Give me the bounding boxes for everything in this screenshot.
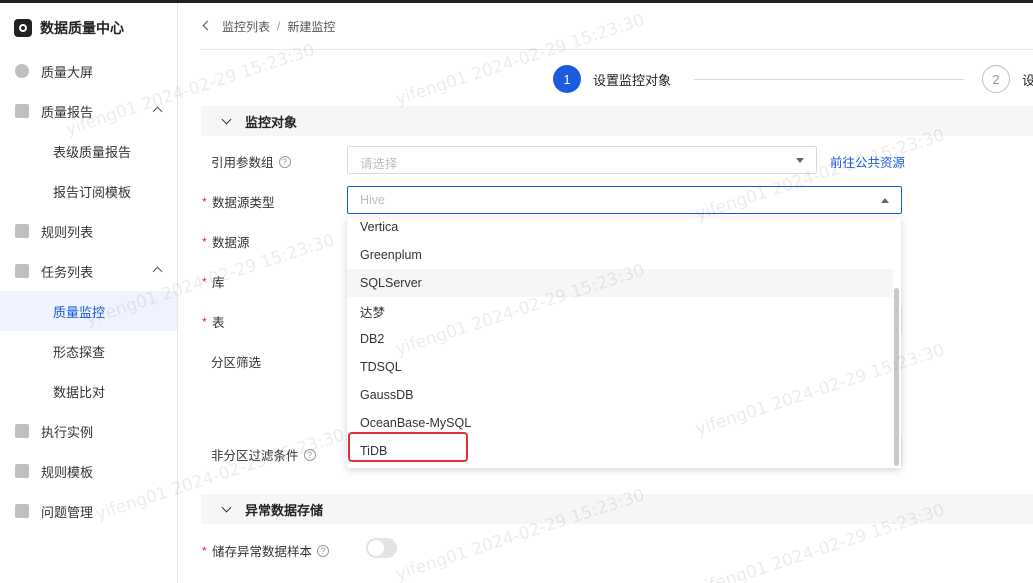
sidebar-item-data-compare[interactable]: 数据比对 [0,371,177,411]
datasource-label: 数据源 [212,236,250,250]
datasource-type-dropdown: Vertica Greenplum SQLServer 达梦 DB2 TDSQL… [347,218,901,468]
non-partition-filter-label: 非分区过滤条件 ? [211,445,316,464]
section-monitor-object[interactable]: 监控对象 [201,106,1033,136]
caret-up-icon [881,198,889,203]
issue-icon [15,504,29,518]
param-group-label: 引用参数组 ? [211,152,291,171]
required-mark: * [202,544,207,558]
chevron-left-icon[interactable] [200,20,212,32]
store-samples-toggle[interactable] [366,538,397,558]
required-mark: * [202,195,207,209]
chevron-up-icon[interactable] [151,104,163,116]
step-1-label: 设置监控对象 [593,73,672,88]
help-icon[interactable]: ? [303,448,316,461]
tidb-highlight-box [348,432,468,462]
breadcrumb-parent[interactable]: 监控列表 [222,18,270,35]
pie-chart-icon [15,64,29,78]
sidebar-item-task-list[interactable]: 任务列表 [0,251,177,291]
task-list-icon [15,264,29,278]
sidebar-item-shape-probe[interactable]: 形态探查 [0,331,177,371]
shield-logo-icon [14,19,32,37]
help-icon[interactable]: ? [317,544,330,557]
sidebar-item-quality-monitor[interactable]: 质量监控 [0,291,177,331]
sidebar-item-quality-report[interactable]: 质量报告 [0,91,177,131]
brand[interactable]: 数据质量中心 [14,17,124,39]
sidebar-item-quality-dashboard[interactable]: 质量大屏 [0,51,177,91]
breadcrumb-separator: / [277,19,281,33]
app-title: 数据质量中心 [40,20,124,36]
section-abnormal-storage[interactable]: 异常数据存储 [201,494,1033,524]
param-group-select[interactable]: 请选择 [347,146,817,174]
sidebar-item-issue-management[interactable]: 问题管理 [0,491,177,531]
partition-filter-label: 分区筛选 [211,356,262,370]
dropdown-option-greenplum[interactable]: Greenplum [347,241,893,269]
report-chart-icon [15,104,29,118]
sidebar-item-rule-template[interactable]: 规则模板 [0,451,177,491]
dropdown-option-dameng[interactable]: 达梦 [347,297,893,325]
chevron-up-icon[interactable] [151,264,163,276]
step-connector [694,79,964,80]
step-1-indicator: 1 [553,65,581,93]
dropdown-option-tdsql[interactable]: TDSQL [347,353,893,381]
database-label: 库 [212,276,225,290]
help-icon[interactable]: ? [278,155,291,168]
execution-icon [15,424,29,438]
dropdown-scrollbar[interactable] [894,288,899,466]
required-mark: * [202,275,207,289]
sidebar-item-report-subscription[interactable]: 报告订阅模板 [0,171,177,211]
template-icon [15,464,29,478]
step-2-indicator: 2 [982,65,1010,93]
sidebar-item-rule-list[interactable]: 规则列表 [0,211,177,251]
caret-down-icon [796,158,804,163]
watermark: yifeng01 2024-02-29 15:23:30 [393,10,648,110]
step-2-label: 设 [1022,73,1033,88]
document-icon [15,224,29,238]
sidebar-item-execution-instance[interactable]: 执行实例 [0,411,177,451]
chevron-down-icon [221,116,231,126]
datasource-type-label: 数据源类型 [212,196,275,210]
dropdown-option-gaussdb[interactable]: GaussDB [347,381,893,409]
breadcrumb: 监控列表 / 新建监控 [200,16,335,36]
table-label: 表 [212,316,225,330]
dropdown-option-db2[interactable]: DB2 [347,325,893,353]
public-resource-link[interactable]: 前往公共资源 [830,152,905,171]
required-mark: * [202,315,207,329]
store-samples-label: 储存异常数据样本 ? [212,541,330,560]
chevron-down-icon [221,504,231,514]
header-divider [200,49,1033,50]
breadcrumb-current: 新建监控 [287,19,336,34]
dropdown-option-sqlserver[interactable]: SQLServer [347,269,893,297]
datasource-type-select[interactable]: Hive [347,186,902,214]
sidebar-item-table-report[interactable]: 表级质量报告 [0,131,177,171]
dropdown-option-vertica[interactable]: Vertica [347,218,893,241]
sidebar: 数据质量中心 质量大屏 质量报告 表级质量报告 报告订阅模板 规则列表 任务列表… [0,3,178,583]
required-mark: * [202,235,207,249]
